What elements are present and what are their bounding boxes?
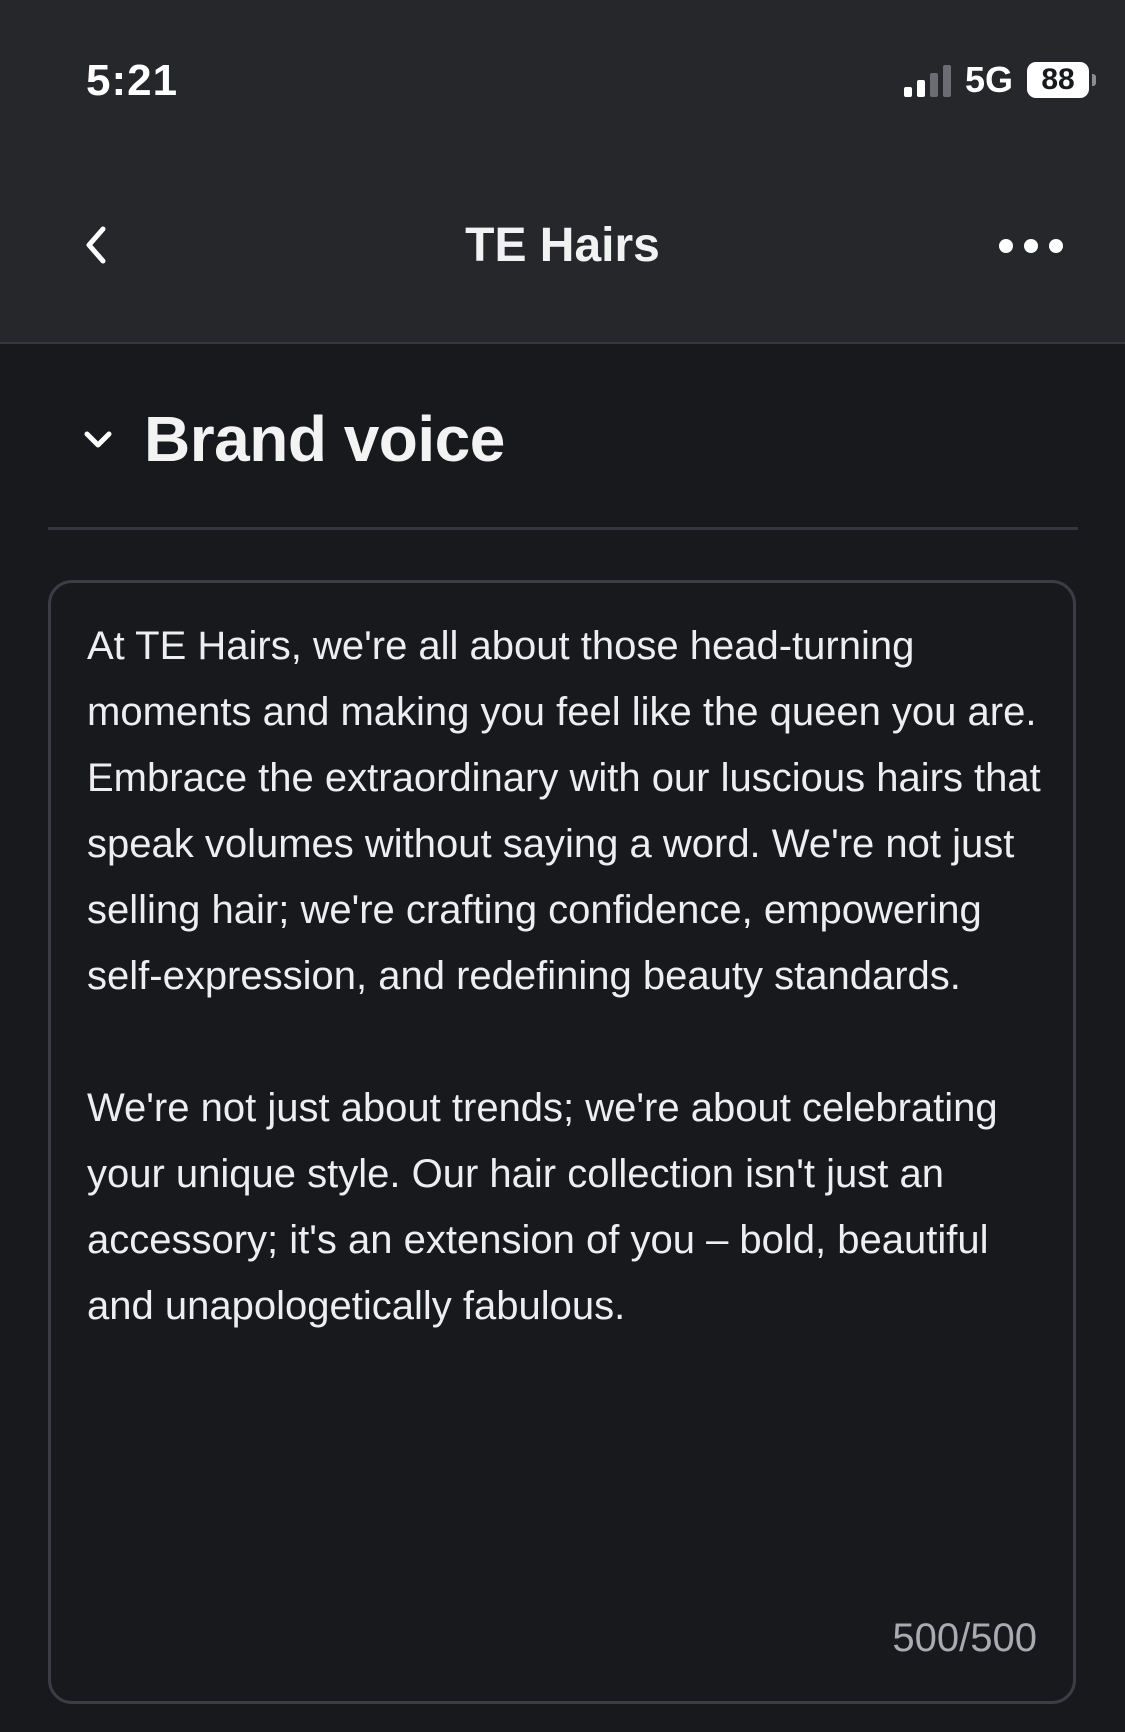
status-indicators: 5G 88 <box>903 59 1096 100</box>
status-time: 5:21 <box>86 56 179 105</box>
chevron-down-icon[interactable] <box>78 420 118 460</box>
signal-icon <box>903 63 951 97</box>
section-title: Brand voice <box>144 403 505 475</box>
more-dot <box>1024 239 1038 253</box>
character-counter: 500/500 <box>892 1616 1037 1660</box>
brand-voice-text[interactable]: At TE Hairs, we're all about those head-… <box>87 613 1047 1339</box>
more-options-button[interactable] <box>999 228 1063 264</box>
battery-level: 88 <box>1041 63 1075 96</box>
more-horizontal-icon <box>999 239 1013 253</box>
brand-voice-section-header[interactable]: Brand voice <box>48 380 1078 530</box>
app-header: 5:21 5G 88 TE Hairs <box>0 0 1125 344</box>
network-label: 5G <box>964 59 1013 100</box>
brand-voice-textarea[interactable]: At TE Hairs, we're all about those head-… <box>48 580 1076 1704</box>
page-title: TE Hairs <box>465 219 660 272</box>
more-dot <box>1049 239 1063 253</box>
battery-icon: 88 <box>1027 62 1096 98</box>
